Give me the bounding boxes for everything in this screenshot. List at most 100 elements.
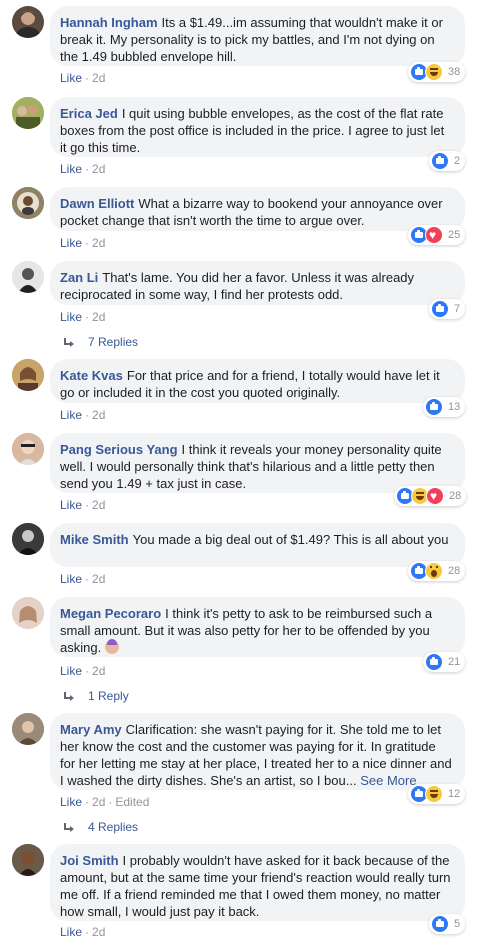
comment-author[interactable]: Mike Smith [60, 532, 129, 547]
reaction-count: 12 [448, 788, 461, 800]
comment-author[interactable]: Pang Serious Yang [60, 442, 178, 457]
comment-author[interactable]: Mary Amy [60, 722, 122, 737]
avatar[interactable] [12, 6, 44, 38]
comment-meta: Like · 2d [60, 408, 106, 422]
replies-label[interactable]: 4 Replies [88, 820, 138, 834]
timestamp[interactable]: 2d [92, 498, 105, 512]
comment-author[interactable]: Kate Kvas [60, 368, 123, 383]
like-link[interactable]: Like [60, 408, 82, 422]
avatar[interactable] [12, 261, 44, 293]
love-reaction-icon [426, 487, 444, 505]
comment-bubble: Mary Amy Clarification: she wasn't paying… [50, 713, 465, 790]
reaction-count: 13 [448, 401, 461, 413]
comment-author[interactable]: Megan Pecoraro [60, 606, 161, 621]
reactions-summary[interactable]: 2 [429, 151, 466, 171]
like-link[interactable]: Like [60, 310, 82, 324]
timestamp[interactable]: 2d [92, 408, 105, 422]
comment-bubble: Zan Li That's lame. You did her a favor. … [50, 261, 465, 305]
like-reaction-icon [425, 653, 443, 671]
comment-bubble: Joi Smith I probably wouldn't have asked … [50, 844, 465, 921]
reaction-count: 28 [448, 565, 461, 577]
like-link[interactable]: Like [60, 664, 82, 678]
avatar[interactable] [12, 713, 44, 745]
comment-bubble: Pang Serious Yang I think it reveals your… [50, 433, 465, 493]
haha-reaction-icon [425, 785, 443, 803]
comment-bubble: Mike Smith You made a big deal out of $1.… [50, 523, 465, 567]
wow-reaction-icon [425, 562, 443, 580]
timestamp[interactable]: 2d [92, 572, 105, 586]
replies-label[interactable]: 7 Replies [88, 335, 138, 349]
reply-arrow-icon [64, 823, 74, 832]
reactions-summary[interactable]: 25 [408, 225, 466, 245]
comment-author[interactable]: Dawn Elliott [60, 196, 134, 211]
like-link[interactable]: Like [60, 236, 82, 250]
reactions-summary[interactable]: 13 [423, 397, 466, 417]
reactions-summary[interactable]: 12 [408, 784, 466, 804]
comment-author[interactable]: Joi Smith [60, 853, 119, 868]
comment-meta: Like · 2d [60, 162, 106, 176]
haha-reaction-icon [425, 63, 443, 81]
like-link[interactable]: Like [60, 572, 82, 586]
reaction-count: 21 [448, 656, 461, 668]
timestamp[interactable]: 2d [92, 664, 105, 678]
timestamp[interactable]: 2d [92, 795, 105, 809]
like-link[interactable]: Like [60, 498, 82, 512]
like-reaction-icon [431, 915, 449, 933]
reply-arrow-icon [64, 338, 74, 347]
like-link[interactable]: Like [60, 795, 82, 809]
view-replies-link[interactable]: 7 Replies [64, 335, 138, 349]
reply-arrow-icon [64, 692, 74, 701]
comment-text: That's lame. You did her a favor. Unless… [60, 270, 415, 302]
timestamp[interactable]: 2d [92, 236, 105, 250]
comment-meta: Like · 2d · Edited [60, 795, 150, 809]
timestamp[interactable]: 2d [92, 925, 105, 939]
reactions-summary[interactable]: 21 [423, 652, 466, 672]
like-link[interactable]: Like [60, 925, 82, 939]
comment-author[interactable]: Erica Jed [60, 106, 118, 121]
person-gesturing-emoji-icon [104, 639, 119, 654]
comment-bubble: Erica Jed I quit using bubble envelopes, … [50, 97, 465, 157]
comment-meta: Like · 2d [60, 71, 106, 85]
see-more-link[interactable]: See More [360, 773, 416, 788]
comment-bubble: Dawn Elliott What a bizarre way to booken… [50, 187, 465, 231]
avatar[interactable] [12, 844, 44, 876]
reactions-summary[interactable]: 5 [429, 914, 466, 934]
reactions-summary[interactable]: 38 [408, 62, 466, 82]
avatar[interactable] [12, 523, 44, 555]
reaction-count: 5 [454, 918, 461, 930]
comment-meta: Like · 2d [60, 310, 106, 324]
like-reaction-icon [431, 152, 449, 170]
replies-label[interactable]: 1 Reply [88, 689, 129, 703]
avatar[interactable] [12, 359, 44, 391]
view-replies-link[interactable]: 4 Replies [64, 820, 138, 834]
reaction-count: 25 [448, 229, 461, 241]
avatar[interactable] [12, 187, 44, 219]
timestamp[interactable]: 2d [92, 162, 105, 176]
avatar[interactable] [12, 597, 44, 629]
edited-label[interactable]: Edited [115, 795, 149, 809]
comment-bubble: Kate Kvas For that price and for a friend… [50, 359, 465, 403]
avatar[interactable] [12, 433, 44, 465]
comment-author[interactable]: Hannah Ingham [60, 15, 158, 30]
like-reaction-icon [425, 398, 443, 416]
reaction-count: 38 [448, 66, 461, 78]
comment-author[interactable]: Zan Li [60, 270, 98, 285]
comment-bubble: Hannah Ingham Its a $1.49...im assuming t… [50, 6, 465, 66]
view-replies-link[interactable]: 1 Reply [64, 689, 129, 703]
like-link[interactable]: Like [60, 162, 82, 176]
comment-meta: Like · 2d [60, 498, 106, 512]
reactions-summary[interactable]: 28 [408, 561, 466, 581]
reactions-summary[interactable]: 28 [394, 486, 467, 506]
comment-meta: Like · 2d [60, 664, 106, 678]
comment-meta: Like · 2d [60, 925, 106, 939]
like-link[interactable]: Like [60, 71, 82, 85]
timestamp[interactable]: 2d [92, 71, 105, 85]
reaction-count: 7 [454, 303, 461, 315]
timestamp[interactable]: 2d [92, 310, 105, 324]
comment-meta: Like · 2d [60, 236, 106, 250]
comment-meta: Like · 2d [60, 572, 106, 586]
like-reaction-icon [431, 300, 449, 318]
reactions-summary[interactable]: 7 [429, 299, 466, 319]
avatar[interactable] [12, 97, 44, 129]
comment-bubble: Megan Pecoraro I think it's petty to ask … [50, 597, 465, 657]
